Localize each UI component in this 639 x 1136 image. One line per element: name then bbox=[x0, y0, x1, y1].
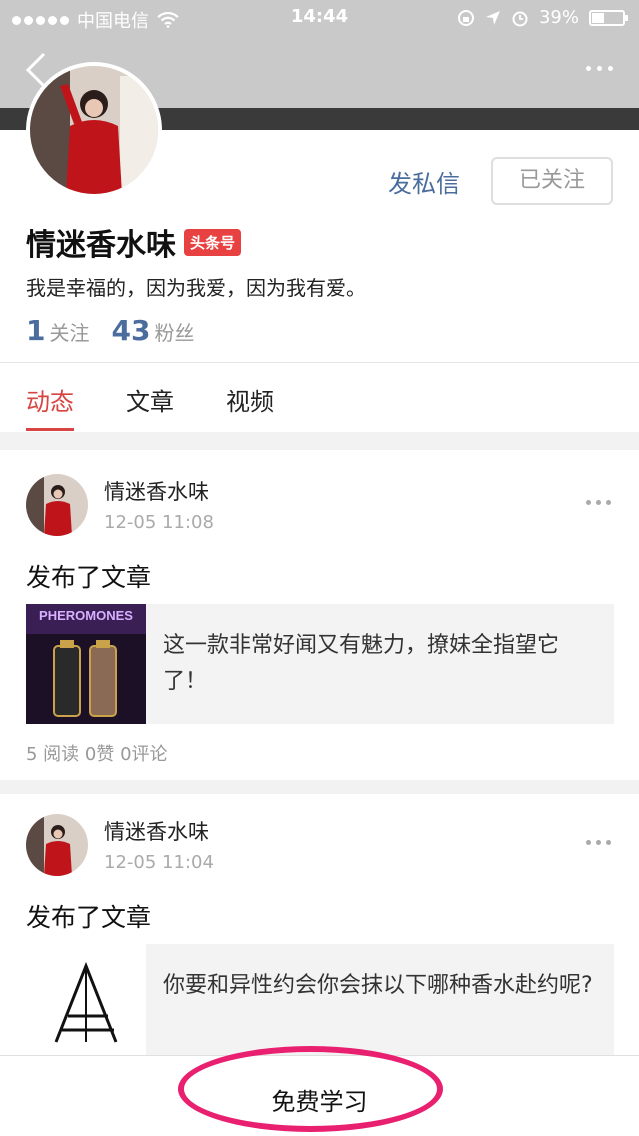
article-card[interactable]: PHEROMONES 这一款非常好闻又有魅力，撩妹全指望它了！ bbox=[26, 604, 614, 724]
article-title: 你要和异性约会你会抹以下哪种香水赴约呢? bbox=[163, 973, 593, 998]
profile-name-row: 情迷香水味 头条号 bbox=[26, 220, 242, 264]
profile-stats: 1 关注 43 粉丝 bbox=[26, 314, 194, 347]
avatar-image bbox=[30, 66, 158, 194]
divider bbox=[0, 362, 639, 363]
send-message-link[interactable]: 发私信 bbox=[388, 164, 460, 199]
battery-icon bbox=[589, 9, 628, 26]
followers-count: 43 bbox=[111, 314, 151, 347]
post-action: 发布了文章 bbox=[26, 903, 152, 932]
highlight-oval bbox=[178, 1046, 443, 1132]
alarm-icon bbox=[512, 11, 528, 26]
post-metrics: 5 阅读 0赞 0评论 bbox=[26, 744, 168, 765]
tab-dynamics[interactable]: 动态 bbox=[26, 382, 74, 431]
profile-bio: 我是幸福的，因为我爱，因为我有爱。 bbox=[26, 276, 366, 300]
feed-post: 情迷香水味 12-05 11:04 发布了文章 你要和异性约会你会抹以下哪种香水… bbox=[0, 790, 639, 1064]
post-author[interactable]: 情迷香水味 bbox=[104, 816, 209, 846]
followers-stat[interactable]: 43 粉丝 bbox=[111, 314, 194, 347]
avatar-image bbox=[26, 814, 88, 876]
status-bar: 中国电信 14:44 39% bbox=[0, 0, 639, 36]
post-author-avatar[interactable] bbox=[26, 474, 88, 536]
location-icon bbox=[485, 10, 500, 25]
tab-videos[interactable]: 视频 bbox=[226, 382, 274, 417]
following-stat[interactable]: 1 关注 bbox=[26, 314, 89, 347]
post-action: 发布了文章 bbox=[26, 563, 152, 592]
content-tabs: 动态 文章 视频 bbox=[26, 382, 274, 431]
post-author[interactable]: 情迷香水味 bbox=[104, 476, 209, 506]
post-time: 12-05 11:04 bbox=[104, 852, 214, 873]
following-button[interactable]: 已关注 bbox=[491, 157, 613, 205]
following-label: 关注 bbox=[49, 321, 90, 345]
post-author-avatar[interactable] bbox=[26, 814, 88, 876]
post-menu-button[interactable] bbox=[586, 840, 611, 845]
toutiao-badge: 头条号 bbox=[184, 228, 242, 256]
article-thumbnail bbox=[26, 944, 146, 1064]
post-time: 12-05 11:08 bbox=[104, 512, 214, 533]
profile-name: 情迷香水味 bbox=[26, 228, 176, 263]
profile-avatar[interactable] bbox=[26, 62, 162, 198]
rotation-lock-icon bbox=[457, 9, 474, 26]
status-right: 39% bbox=[457, 7, 628, 28]
thumbnail-text: PHEROMONES bbox=[39, 608, 133, 623]
following-count: 1 bbox=[26, 314, 46, 347]
article-thumbnail: PHEROMONES bbox=[26, 604, 146, 724]
more-options-button[interactable] bbox=[586, 66, 613, 71]
tab-articles[interactable]: 文章 bbox=[126, 382, 174, 417]
followers-label: 粉丝 bbox=[154, 321, 195, 345]
avatar-image bbox=[26, 474, 88, 536]
feed-post: 情迷香水味 12-05 11:08 发布了文章 PHEROMONES 这一款非常… bbox=[0, 450, 639, 780]
article-title: 这一款非常好闻又有魅力，撩妹全指望它了！ bbox=[163, 633, 560, 694]
post-menu-button[interactable] bbox=[586, 500, 611, 505]
section-gap bbox=[0, 432, 639, 450]
battery-percent: 39% bbox=[538, 7, 579, 28]
